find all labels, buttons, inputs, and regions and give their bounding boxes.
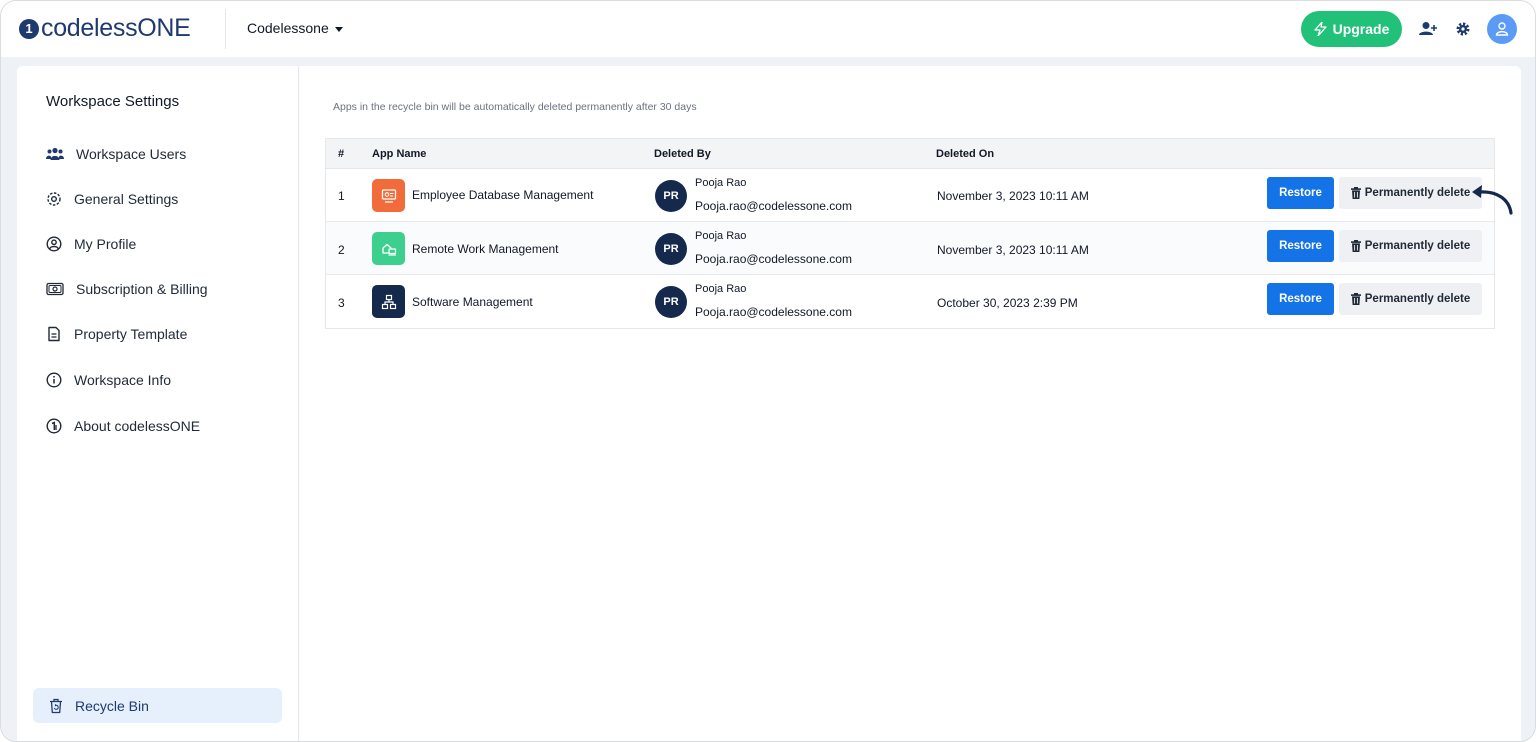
trash-icon xyxy=(1350,293,1361,305)
permanently-delete-label: Permanently delete xyxy=(1364,187,1471,199)
app-window: 1 codelessONE Codelessone Upgrade Worksp… xyxy=(0,0,1536,742)
sidebar-item-label: Subscription & Billing xyxy=(76,281,208,297)
table-row: 2 Remote Work Management PR Pooja Rao Po… xyxy=(326,222,1494,275)
trash-icon xyxy=(1350,240,1361,252)
deleted-by-avatar: PR xyxy=(655,180,687,212)
column-header-deleted-on: Deleted On xyxy=(936,148,995,160)
sidebar-title: Workspace Settings xyxy=(46,93,180,110)
retention-notice: Apps in the recycle bin will be automati… xyxy=(333,101,697,113)
sidebar-item-label: My Profile xyxy=(74,236,137,252)
user-circle-icon xyxy=(46,236,62,252)
deleted-by-email: Pooja.rao@codelessone.com xyxy=(695,252,852,266)
deleted-by-name: Pooja Rao xyxy=(695,177,747,189)
permanently-delete-button[interactable]: Permanently delete xyxy=(1339,283,1482,315)
document-icon xyxy=(48,326,60,342)
pointer-arrow-icon xyxy=(1472,185,1513,215)
sidebar-item-label: Recycle Bin xyxy=(75,697,149,714)
table-header: # App Name Deleted By Deleted On xyxy=(326,139,1494,169)
remote-work-app-icon xyxy=(372,232,405,265)
upgrade-label: Upgrade xyxy=(1332,21,1390,37)
workspace-switcher[interactable]: Codelessone xyxy=(247,20,343,36)
sidebar-item-general-settings[interactable]: General Settings xyxy=(46,188,178,210)
deleted-by-email: Pooja.rao@codelessone.com xyxy=(695,305,852,319)
user-icon xyxy=(1495,22,1509,36)
permanently-delete-button[interactable]: Permanently delete xyxy=(1339,230,1482,262)
deleted-by-name: Pooja Rao xyxy=(695,230,747,242)
permanently-delete-label: Permanently delete xyxy=(1364,240,1471,252)
table-row: 3 Software Management PR Pooja Rao Pooja… xyxy=(326,275,1494,328)
deleted-by-name: Pooja Rao xyxy=(695,283,747,295)
app-name: Employee Database Management xyxy=(412,188,594,202)
sidebar-item-workspace-info[interactable]: Workspace Info xyxy=(46,369,171,391)
deleted-by-avatar: PR xyxy=(655,233,687,265)
column-header-index: # xyxy=(338,148,345,160)
sidebar-item-label: About codelessONE xyxy=(74,418,201,434)
sidebar-item-label: Workspace Users xyxy=(76,146,187,162)
app-name: Software Management xyxy=(412,295,533,309)
deleted-on-date: October 30, 2023 2:39 PM xyxy=(937,296,1078,310)
row-index: 2 xyxy=(338,243,345,257)
column-header-deleted-by: Deleted By xyxy=(654,148,711,160)
employee-database-app-icon xyxy=(372,179,405,212)
recycle-bin-content: Apps in the recycle bin will be automati… xyxy=(299,66,1521,741)
row-index: 3 xyxy=(338,296,345,310)
software-management-app-icon xyxy=(372,285,405,318)
sidebar: Workspace Settings Workspace Users Gener… xyxy=(17,66,299,741)
gear-icon xyxy=(47,192,61,206)
logo-mark-icon: 1 xyxy=(19,18,39,39)
row-index: 1 xyxy=(338,189,345,203)
restore-button[interactable]: Restore xyxy=(1267,177,1334,209)
top-bar: 1 codelessONE Codelessone Upgrade xyxy=(1,1,1535,57)
logo-text: codelessONE xyxy=(41,14,191,42)
deleted-on-date: November 3, 2023 10:11 AM xyxy=(937,243,1089,257)
lightning-icon xyxy=(1313,22,1327,36)
permanently-delete-label: Permanently delete xyxy=(1364,293,1471,305)
sidebar-item-about-codelessone[interactable]: About codelessONE xyxy=(46,415,200,437)
users-icon xyxy=(46,147,64,160)
permanently-delete-button[interactable]: Permanently delete xyxy=(1339,177,1482,209)
settings-gear-icon[interactable] xyxy=(1453,19,1473,39)
logo[interactable]: 1 codelessONE xyxy=(19,14,191,43)
sidebar-item-label: Workspace Info xyxy=(74,372,172,388)
recycle-bin-icon xyxy=(50,698,62,713)
restore-button[interactable]: Restore xyxy=(1267,230,1334,262)
workspace-name: Codelessone xyxy=(247,20,329,36)
deleted-by-avatar: PR xyxy=(655,286,687,318)
upgrade-button[interactable]: Upgrade xyxy=(1301,11,1402,47)
user-avatar[interactable] xyxy=(1487,14,1517,44)
sidebar-item-workspace-users[interactable]: Workspace Users xyxy=(46,143,186,165)
caret-down-icon xyxy=(334,26,343,32)
restore-button[interactable]: Restore xyxy=(1267,283,1334,315)
recycle-bin-table: # App Name Deleted By Deleted On 1 Emplo… xyxy=(325,138,1495,329)
deleted-on-date: November 3, 2023 10:11 AM xyxy=(937,189,1089,203)
add-user-icon[interactable] xyxy=(1419,19,1439,39)
app-name: Remote Work Management xyxy=(412,242,559,256)
sidebar-item-subscription-billing[interactable]: Subscription & Billing xyxy=(46,278,208,300)
main-panel: Workspace Settings Workspace Users Gener… xyxy=(17,66,1521,741)
deleted-by-email: Pooja.rao@codelessone.com xyxy=(695,199,852,213)
sidebar-item-my-profile[interactable]: My Profile xyxy=(46,233,136,255)
billing-icon xyxy=(46,282,64,296)
sidebar-item-label: General Settings xyxy=(74,191,179,207)
column-header-app-name: App Name xyxy=(372,148,427,160)
trash-icon xyxy=(1350,187,1361,199)
info-icon xyxy=(46,372,62,388)
header-divider xyxy=(225,9,226,49)
codelessone-logo-icon xyxy=(46,418,62,434)
sidebar-item-label: Property Template xyxy=(74,326,188,342)
sidebar-item-recycle-bin[interactable]: Recycle Bin xyxy=(33,688,282,723)
sidebar-item-property-template[interactable]: Property Template xyxy=(46,323,187,345)
table-row: 1 Employee Database Management PR Pooja … xyxy=(326,169,1494,222)
